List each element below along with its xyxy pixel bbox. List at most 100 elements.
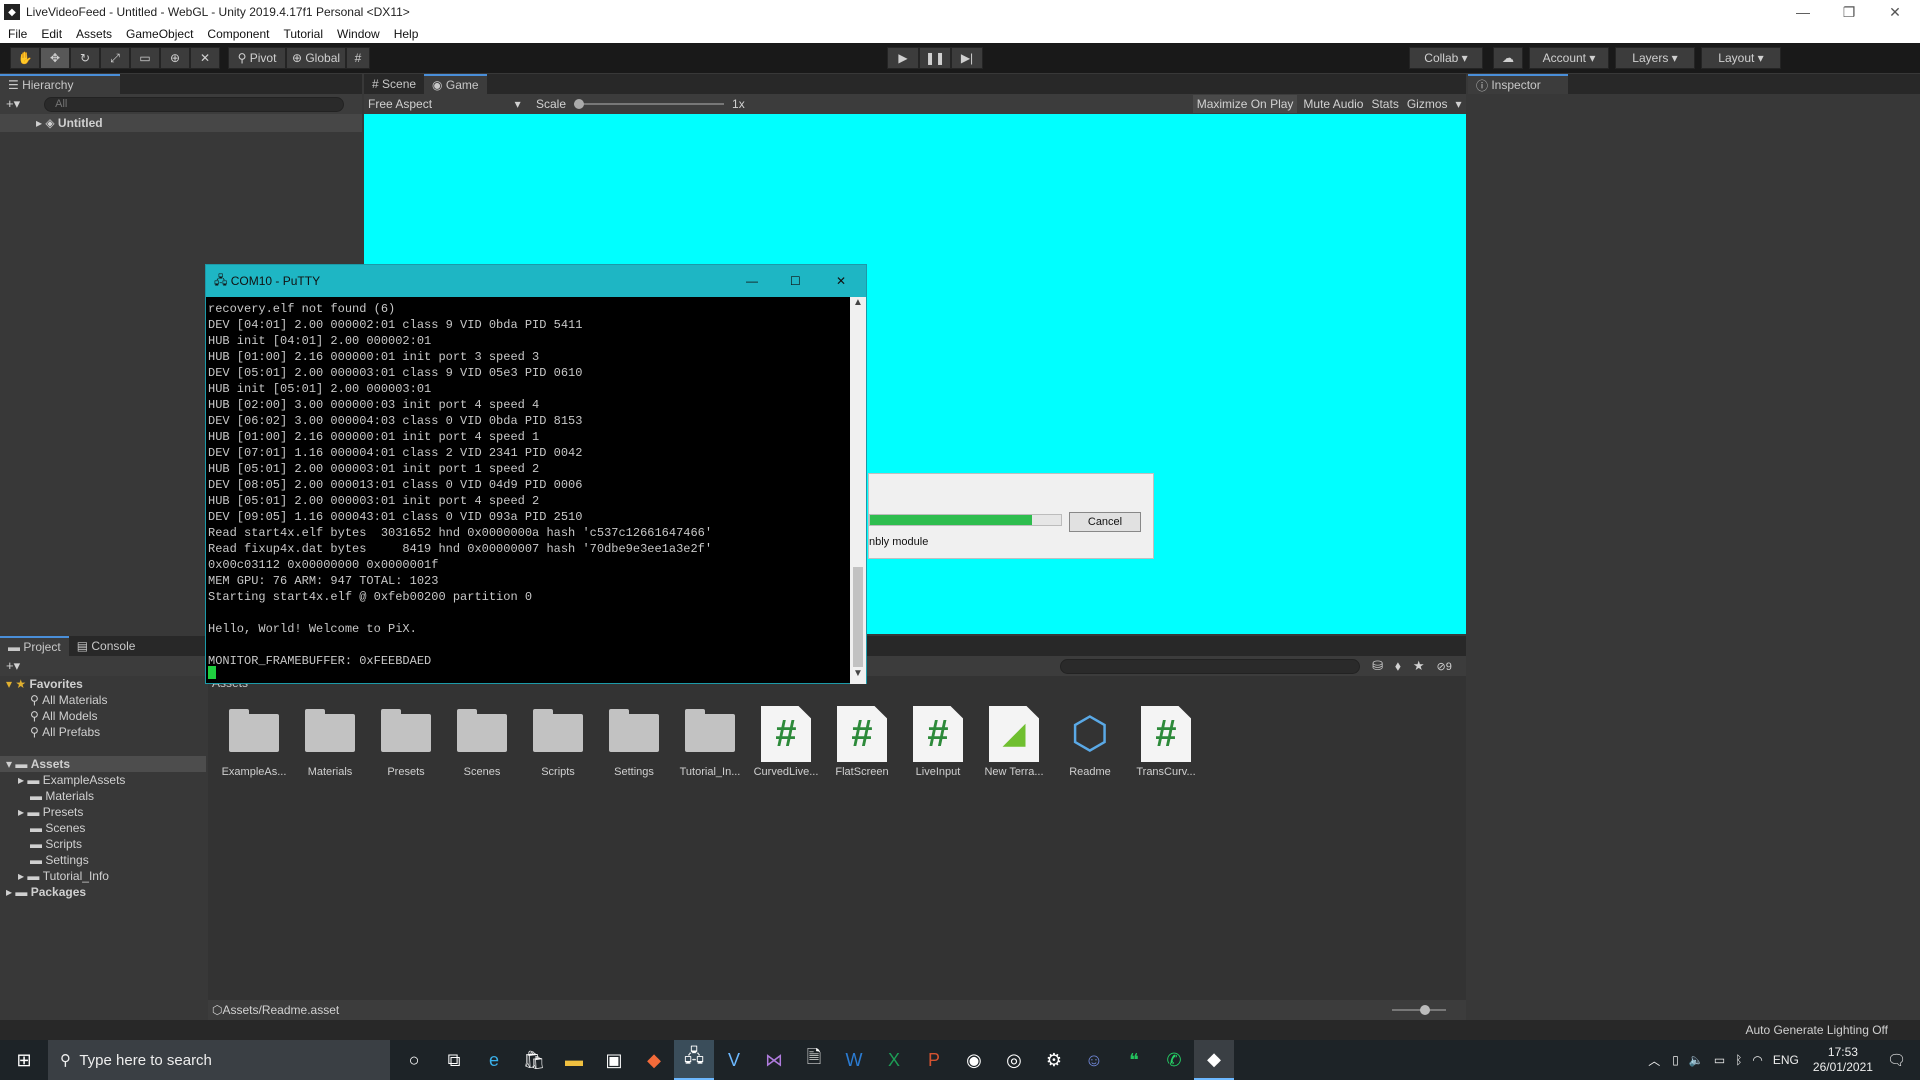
virtualbox-icon[interactable]: V: [714, 1040, 754, 1080]
putty-terminal[interactable]: recovery.elf not found (6) DEV [04:01] 2…: [206, 297, 866, 669]
gizmos-chevron-icon[interactable]: ▾: [1456, 97, 1462, 111]
putty-minimize-button[interactable]: —: [746, 274, 758, 288]
grid-snap-icon[interactable]: #: [346, 47, 370, 69]
lighting-status[interactable]: Auto Generate Lighting Off: [1745, 1023, 1888, 1037]
cloud-icon[interactable]: ☁: [1493, 47, 1523, 69]
whatsapp-icon[interactable]: ✆: [1154, 1040, 1194, 1080]
obs-icon[interactable]: ◎: [994, 1040, 1034, 1080]
menu-assets[interactable]: Assets: [76, 27, 112, 41]
bluetooth-icon[interactable]: ᛒ: [1735, 1053, 1742, 1067]
stats-toggle[interactable]: Stats: [1371, 97, 1398, 111]
scroll-down-icon[interactable]: ▼: [850, 668, 866, 684]
excel-icon[interactable]: X: [874, 1040, 914, 1080]
asset-item[interactable]: ⬡ Readme: [1052, 706, 1128, 778]
asset-item[interactable]: Materials: [292, 706, 368, 778]
custom-tool-icon[interactable]: ✕: [190, 47, 220, 69]
hierarchy-search-input[interactable]: [44, 96, 345, 112]
add-icon[interactable]: +▾: [6, 96, 20, 112]
tab-inspector[interactable]: ⓘ Inspector: [1468, 74, 1568, 94]
menu-gameobject[interactable]: GameObject: [126, 27, 193, 41]
tree-folder[interactable]: ▸ ▬ ExampleAssets: [0, 772, 206, 788]
notifications-icon[interactable]: 🗨: [1887, 1051, 1906, 1069]
asset-item[interactable]: # CurvedLive...: [748, 706, 824, 778]
store-icon[interactable]: 🛍: [514, 1040, 554, 1080]
powerpoint-icon[interactable]: P: [914, 1040, 954, 1080]
tree-folder[interactable]: ▸ ▬ Tutorial_Info: [0, 868, 206, 884]
pivot-toggle[interactable]: ⚲ Pivot: [228, 47, 286, 69]
tab-hierarchy[interactable]: ☰ Hierarchy: [0, 74, 120, 94]
fav-all-models[interactable]: ⚲ All Models: [0, 708, 206, 724]
scale-slider-handle[interactable]: [574, 99, 585, 109]
tree-folder[interactable]: ▬ Scripts: [0, 836, 206, 852]
rect-tool-icon[interactable]: ▭: [130, 47, 160, 69]
asset-item[interactable]: Scenes: [444, 706, 520, 778]
tree-folder[interactable]: ▬ Materials: [0, 788, 206, 804]
tab-scene[interactable]: # Scene: [364, 74, 425, 94]
pause-button[interactable]: ❚❚: [919, 47, 951, 69]
hidden-packages-count[interactable]: ⊘9: [1437, 660, 1452, 673]
asset-item[interactable]: Tutorial_In...: [672, 706, 748, 778]
asset-item[interactable]: Settings: [596, 706, 672, 778]
taskbar-search-box[interactable]: ⚲ Type here to search: [48, 1040, 390, 1080]
scale-slider[interactable]: [574, 99, 725, 109]
aspect-dropdown[interactable]: Free Aspect ▾: [364, 97, 524, 111]
scene-row[interactable]: ▸ ◈ Untitled: [0, 114, 362, 132]
asset-item[interactable]: # FlatScreen: [824, 706, 900, 778]
icon-size-slider[interactable]: [1392, 1005, 1446, 1015]
putty-maximize-button[interactable]: ☐: [790, 274, 801, 288]
wifi-icon[interactable]: ◠: [1752, 1053, 1762, 1067]
favorites-node[interactable]: ▾ ★ Favorites: [0, 676, 206, 692]
edge-icon[interactable]: e: [474, 1040, 514, 1080]
visual-studio-icon[interactable]: ⋈: [754, 1040, 794, 1080]
project-add-icon[interactable]: +▾: [6, 658, 20, 674]
scale-tool-icon[interactable]: ⤢: [100, 47, 130, 69]
asset-item[interactable]: Scripts: [520, 706, 596, 778]
scroll-up-icon[interactable]: ▲: [850, 297, 866, 313]
language-indicator[interactable]: ENG: [1773, 1053, 1799, 1067]
tab-project[interactable]: ▬ Project: [0, 636, 69, 656]
document-icon[interactable]: 🗎: [794, 1040, 834, 1080]
tray-chevron-icon[interactable]: ︿: [1648, 1052, 1660, 1069]
putty-close-button[interactable]: ✕: [836, 274, 846, 288]
filter-type-icon[interactable]: ⛁: [1372, 658, 1383, 674]
asset-item[interactable]: # LiveInput: [900, 706, 976, 778]
favorite-star-icon[interactable]: ★: [1413, 658, 1425, 674]
asset-item[interactable]: ExampleAs...: [216, 706, 292, 778]
account-dropdown[interactable]: Account ▾: [1529, 47, 1609, 69]
asset-item[interactable]: ◢ New Terra...: [976, 706, 1052, 778]
hand-tool-icon[interactable]: ✋: [10, 47, 40, 69]
assets-node[interactable]: ▾ ▬ Assets: [0, 756, 206, 772]
project-search-input[interactable]: [1060, 658, 1361, 674]
task-view-icon[interactable]: ⧉: [434, 1040, 474, 1080]
app-icon[interactable]: ◉: [954, 1040, 994, 1080]
rotate-tool-icon[interactable]: ↻: [70, 47, 100, 69]
unity-task-icon[interactable]: ◆: [1194, 1040, 1234, 1080]
cortana-icon[interactable]: ○: [394, 1040, 434, 1080]
menu-help[interactable]: Help: [394, 27, 419, 41]
maximize-button[interactable]: ❐: [1826, 0, 1872, 24]
putty-scrollbar[interactable]: ▲ ▼: [850, 297, 866, 684]
menu-file[interactable]: File: [8, 27, 27, 41]
tree-folder[interactable]: ▬ Scenes: [0, 820, 206, 836]
volume-icon[interactable]: 🔈: [1689, 1053, 1704, 1067]
word-icon[interactable]: W: [834, 1040, 874, 1080]
minimize-button[interactable]: —: [1780, 0, 1826, 24]
layout-dropdown[interactable]: Layout ▾: [1701, 47, 1781, 69]
play-button[interactable]: ▶: [887, 47, 919, 69]
steam-icon[interactable]: ⚙: [1034, 1040, 1074, 1080]
global-toggle[interactable]: ⊕ Global: [286, 47, 346, 69]
menu-tutorial[interactable]: Tutorial: [283, 27, 323, 41]
packages-node[interactable]: ▸ ▬ Packages: [0, 884, 206, 900]
clock[interactable]: 17:53 26/01/2021: [1813, 1045, 1873, 1075]
maximize-on-play-toggle[interactable]: Maximize On Play: [1192, 95, 1298, 113]
file-explorer-icon[interactable]: ▬: [554, 1040, 594, 1080]
windows-start-icon[interactable]: ⊞: [0, 1040, 48, 1080]
icon-size-handle[interactable]: [1420, 1005, 1430, 1015]
cancel-button[interactable]: Cancel: [1069, 512, 1141, 532]
gizmos-dropdown[interactable]: Gizmos: [1407, 97, 1448, 111]
transform-tool-icon[interactable]: ⊕: [160, 47, 190, 69]
tree-folder[interactable]: ▬ Settings: [0, 852, 206, 868]
menu-window[interactable]: Window: [337, 27, 380, 41]
discord-icon[interactable]: ☺: [1074, 1040, 1114, 1080]
app-icon[interactable]: ▣: [594, 1040, 634, 1080]
